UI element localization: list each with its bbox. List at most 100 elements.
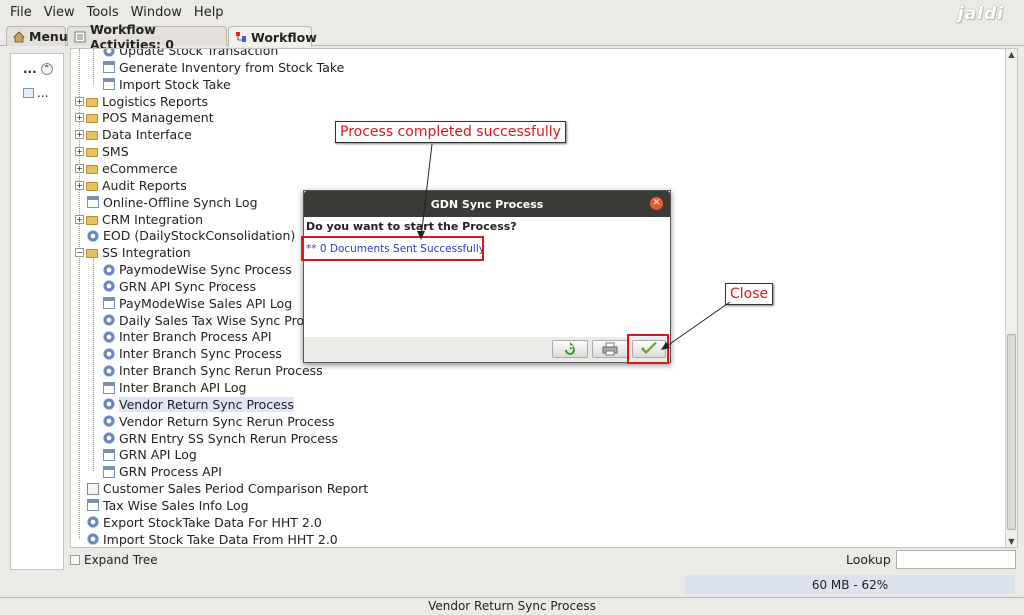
tree-item[interactable]: Export StockTake Data For HHT 2.0 [87,514,322,531]
folder-icon [86,131,98,141]
tree-item[interactable]: − SS Integration [75,244,191,261]
tree-item[interactable]: Inter Branch Sync Rerun Process [103,362,323,379]
tree-item-label: Import Stock Take [119,76,231,92]
dialog-title-bar: GDN Sync Process ✕ [304,191,670,217]
callout-close: Close [725,283,774,305]
lookup-input[interactable] [896,550,1016,569]
expand-toggle-icon[interactable]: + [75,147,84,157]
ok-button-highlight-box [627,334,669,364]
scroll-down-icon[interactable]: ▼ [1006,536,1017,547]
scroll-thumb[interactable] [1007,334,1016,530]
menu-help[interactable]: Help [188,5,230,20]
tree-item-label: Inter Branch Process API [119,329,272,345]
dialog-question: Do you want to start the Process? [306,220,517,233]
tree-item[interactable]: Vendor Return Sync Rerun Process [103,413,335,430]
window-icon [103,465,115,478]
tree-guide-line [93,49,94,85]
menu-view[interactable]: View [38,5,81,20]
tree-item-label: Inter Branch Sync Process [119,346,282,362]
tree-item-label: Inter Branch Sync Rerun Process [119,363,323,379]
menu-bar: File View Tools Window Help [0,0,1024,24]
tab-workflow-label: Workflow [251,29,317,45]
tree-item[interactable]: Customer Sales Period Comparison Report [87,480,368,497]
expand-toggle-icon[interactable]: + [75,130,84,140]
report-icon [87,482,99,495]
tree-item-label: GRN Entry SS Synch Rerun Process [119,430,338,446]
tree-item[interactable]: Update Stock Transaction [103,48,279,59]
status-bar: Vendor Return Sync Process [0,597,1024,615]
tree-item[interactable]: GRN Process API [103,463,222,480]
expand-toggle-icon[interactable]: + [75,180,84,190]
tree-item[interactable]: + eCommerce [75,160,178,177]
expand-tree-checkbox[interactable] [70,555,80,565]
expand-toggle-icon[interactable]: + [75,113,84,123]
tree-item[interactable]: PaymodeWise Sync Process [103,261,292,278]
tree-item[interactable]: Tax Wise Sales Info Log [87,497,249,514]
menu-window[interactable]: Window [125,5,188,20]
tree-item[interactable]: GRN Entry SS Synch Rerun Process [103,430,338,447]
tab-workflow[interactable]: Workflow [228,26,317,47]
collapse-up-icon[interactable]: ⌃ [40,63,53,75]
tree-item-label: PaymodeWise Sync Process [119,262,292,278]
process-gear-icon [103,347,115,360]
process-gear-icon [103,398,115,411]
tree-item-label: Update Stock Transaction [119,48,279,58]
tree-item[interactable]: + CRM Integration [75,211,203,228]
tree-item[interactable]: + Data Interface [75,126,192,143]
expand-toggle-icon[interactable]: + [75,214,84,224]
left-panel-dots: ... [23,62,37,76]
tree-item-label: Vendor Return Sync Process [119,396,294,412]
window-icon [103,61,115,74]
tree-item[interactable]: Inter Branch Sync Process [103,345,282,362]
tree-item[interactable]: + SMS [75,143,129,160]
tree-item[interactable]: + Logistics Reports [75,93,208,110]
process-gear-icon [87,229,99,242]
print-button[interactable] [592,340,628,358]
process-gear-icon [103,49,115,57]
tree-item[interactable]: Import Stock Take Data From HHT 2.0 [87,531,338,547]
tree-item-label: Online-Offline Synch Log [103,194,258,210]
process-gear-icon [103,415,115,428]
tree-item[interactable]: Daily Sales Tax Wise Sync Process [103,312,332,329]
process-gear-icon [103,263,115,276]
tree-item[interactable]: + Audit Reports [75,177,187,194]
left-panel-item[interactable]: ... [37,86,48,100]
tree-item[interactable]: PayModeWise Sales API Log [103,295,292,312]
tab-workflow-activities[interactable]: Workflow Activities: 0 [67,22,227,52]
expand-toggle-icon[interactable]: − [75,248,84,258]
tree-item[interactable]: + POS Management [75,109,214,126]
tree-item[interactable]: GRN API Log [103,446,197,463]
refresh-button[interactable] [552,340,588,358]
window-icon[interactable] [23,88,34,98]
process-gear-icon [87,516,99,529]
tree-item-label: Tax Wise Sales Info Log [103,497,249,513]
tab-menu[interactable]: Menu [6,26,68,46]
folder-icon [86,148,98,158]
scroll-up-icon[interactable]: ▲ [1006,49,1017,60]
close-icon[interactable]: ✕ [650,197,663,210]
tree-item[interactable]: Generate Inventory from Stock Take [103,59,344,76]
tree-item[interactable]: EOD (DailyStockConsolidation) [87,227,295,244]
window-icon [87,196,99,209]
tree-item[interactable]: Online-Offline Synch Log [87,194,258,211]
expand-toggle-icon[interactable]: + [75,96,84,106]
tree-item[interactable]: GRN API Sync Process [103,278,256,295]
menu-tools[interactable]: Tools [81,5,125,20]
lookup-label: Lookup [846,552,891,567]
tree-item-label: GRN API Log [119,447,197,463]
app-logo: jaldi [957,4,1004,24]
tree-item[interactable]: Vendor Return Sync Process [103,396,294,413]
tree-item-label: Export StockTake Data For HHT 2.0 [103,514,322,530]
tree-item[interactable]: Import Stock Take [103,76,231,93]
tree-item[interactable]: Inter Branch Process API [103,328,272,345]
menu-file[interactable]: File [4,5,38,20]
tab-workflow-activities-label: Workflow Activities: 0 [90,21,175,52]
expand-toggle-icon[interactable]: + [75,163,84,173]
process-gear-icon [87,533,99,546]
tree-item[interactable]: Inter Branch API Log [103,379,246,396]
tab-bar: Menu Workflow Activities: 0 Workflow [0,22,1024,52]
process-gear-icon [103,330,115,343]
tree-item-label: eCommerce [102,160,178,176]
window-icon [87,499,99,512]
vertical-scrollbar[interactable]: ▲ ▼ [1005,49,1017,547]
